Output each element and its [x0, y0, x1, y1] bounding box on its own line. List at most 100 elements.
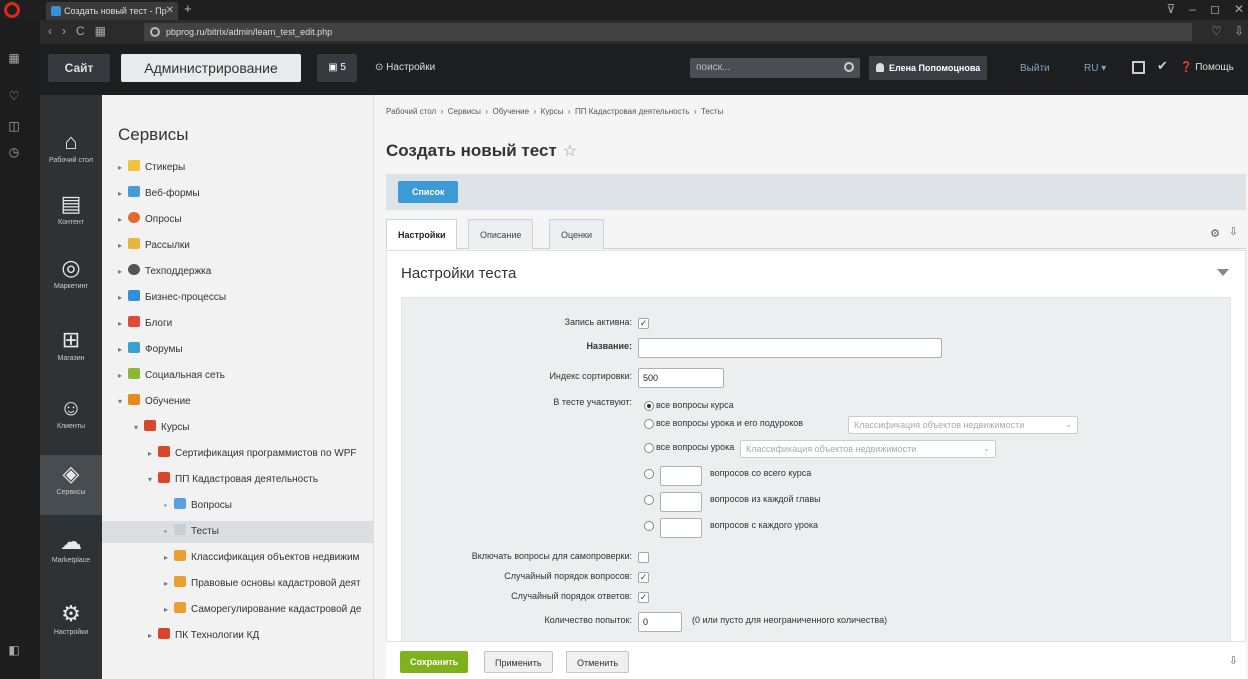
- breadcrumb-item[interactable]: Тесты: [701, 107, 723, 116]
- tree-item-lesson-legal[interactable]: ▸ Правовые основы кадастровой деят: [164, 573, 361, 595]
- tree-item-forums[interactable]: ▸ Форумы: [118, 339, 183, 361]
- collapse-arrow-icon[interactable]: ▾: [118, 391, 128, 413]
- breadcrumb-item[interactable]: Обучение: [493, 107, 530, 116]
- browser-tab[interactable]: Создать новый тест - Пр ✕: [46, 2, 178, 20]
- breadcrumb-item[interactable]: Рабочий стол: [386, 107, 436, 116]
- menu-item-marketplace[interactable]: ☁ Marketplace: [40, 523, 102, 583]
- tab-grades[interactable]: Оценки: [549, 219, 604, 249]
- tab-description[interactable]: Описание: [468, 219, 534, 249]
- speed-dial-icon[interactable]: ▦: [95, 24, 106, 38]
- url-field[interactable]: pbprog.ru/bitrix/admin/learn_test_edit.p…: [144, 23, 1192, 41]
- menu-item-services[interactable]: ◈ Сервисы: [40, 455, 102, 515]
- reload-icon[interactable]: C: [76, 24, 85, 38]
- radio-all-course[interactable]: [644, 401, 654, 411]
- expand-arrow-icon[interactable]: ▸: [118, 157, 128, 179]
- active-checkbox[interactable]: ✓: [638, 318, 649, 329]
- tree-item-webforms[interactable]: ▸ Веб-формы: [118, 183, 200, 205]
- download-icon[interactable]: ⇩: [1234, 24, 1244, 38]
- breadcrumb-item[interactable]: ПП Кадастровая деятельность: [575, 107, 689, 116]
- site-info-icon[interactable]: [150, 27, 160, 37]
- radio-from-lesson[interactable]: [644, 521, 654, 531]
- pin-icon[interactable]: ✔: [1157, 58, 1168, 74]
- collapse-arrow-icon[interactable]: ▾: [134, 417, 144, 439]
- history-icon[interactable]: ◷: [6, 144, 22, 160]
- tree-item-support[interactable]: ▸ Техподдержка: [118, 261, 211, 283]
- snapshot-icon[interactable]: ◫: [6, 118, 22, 134]
- tree-item-course-tech[interactable]: ▸ ПК Технологии КД: [148, 625, 259, 647]
- logout-link[interactable]: Выйти: [1020, 63, 1050, 74]
- random-questions-checkbox[interactable]: ✓: [638, 572, 649, 583]
- opera-logo-icon[interactable]: [4, 2, 20, 18]
- tree-item-learning[interactable]: ▾ Обучение: [118, 391, 191, 413]
- pin-icon[interactable]: ⇩: [1229, 225, 1238, 238]
- count-from-chapter[interactable]: [660, 492, 702, 512]
- expand-arrow-icon[interactable]: ▸: [118, 287, 128, 309]
- bookmarks-heart-icon[interactable]: ♡: [6, 88, 22, 104]
- expand-arrow-icon[interactable]: ▸: [164, 599, 174, 621]
- tree-item-bizproc[interactable]: ▸ Бизнес-процессы: [118, 287, 226, 309]
- admin-button[interactable]: Администрирование: [121, 54, 301, 82]
- expand-arrow-icon[interactable]: ▸: [118, 339, 128, 361]
- menu-item-shop[interactable]: ⊞ Магазин: [40, 321, 102, 381]
- tree-item-blogs[interactable]: ▸ Блоги: [118, 313, 172, 335]
- tree-item-polls[interactable]: ▸ Опросы: [118, 209, 182, 231]
- close-window-icon[interactable]: ✕: [1234, 2, 1244, 16]
- tree-item-mailings[interactable]: ▸ Рассылки: [118, 235, 190, 257]
- gear-icon[interactable]: ⚙: [1210, 227, 1220, 240]
- expand-arrow-icon[interactable]: ▸: [148, 625, 158, 647]
- count-from-course[interactable]: [660, 466, 702, 486]
- forward-icon[interactable]: ›: [62, 24, 66, 38]
- tree-item-lesson-classification[interactable]: ▸ Классификация объектов недвижим: [164, 547, 359, 569]
- help-link[interactable]: ❓ Помощь: [1180, 62, 1234, 73]
- tree-item-stickers[interactable]: ▸ Стикеры: [118, 157, 185, 179]
- radio-lesson-sub[interactable]: [644, 419, 654, 429]
- tree-item-courses[interactable]: ▾ Курсы: [134, 417, 189, 439]
- sort-field[interactable]: 500: [638, 368, 724, 388]
- save-button[interactable]: Сохранить: [400, 651, 469, 673]
- lesson-sub-select[interactable]: Классификация объектов недвижимости ⌄: [848, 416, 1078, 434]
- attempts-field[interactable]: 0: [638, 612, 682, 632]
- self-check-checkbox[interactable]: [638, 552, 649, 563]
- expand-arrow-icon[interactable]: ▸: [118, 235, 128, 257]
- menu-item-marketing[interactable]: ◎ Маркетинг: [40, 249, 102, 309]
- minimize-icon[interactable]: –: [1189, 2, 1196, 16]
- site-button[interactable]: Сайт: [48, 54, 110, 82]
- filter-icon[interactable]: ⊽: [1166, 2, 1175, 16]
- panel-settings-square-icon[interactable]: [1132, 61, 1145, 74]
- expand-arrow-icon[interactable]: ▸: [118, 261, 128, 283]
- radio-lesson[interactable]: [644, 443, 654, 453]
- random-answers-checkbox[interactable]: ✓: [638, 592, 649, 603]
- radio-from-chapter[interactable]: [644, 495, 654, 505]
- back-icon[interactable]: ‹: [48, 24, 52, 38]
- menu-item-clients[interactable]: ☺ Клиенты: [40, 389, 102, 449]
- count-from-lesson[interactable]: [660, 518, 702, 538]
- name-field[interactable]: [638, 338, 942, 358]
- tree-item-course-wpf[interactable]: ▸ Сертификация программистов по WPF: [148, 443, 357, 465]
- expand-arrow-icon[interactable]: ▸: [148, 443, 158, 465]
- language-switcher[interactable]: RU ▾: [1084, 63, 1106, 74]
- notifications-button[interactable]: ▣ 5: [317, 54, 357, 82]
- heart-icon[interactable]: ♡: [1211, 24, 1222, 38]
- expand-arrow-icon[interactable]: ▸: [118, 365, 128, 387]
- tree-item-lesson-selfreg[interactable]: ▸ Саморегулирование кадастровой де: [164, 599, 361, 621]
- tree-item-questions[interactable]: • Вопросы: [164, 495, 232, 517]
- tree-item-social[interactable]: ▸ Социальная сеть: [118, 365, 225, 387]
- radio-from-course[interactable]: [644, 469, 654, 479]
- new-tab-button[interactable]: +: [184, 1, 192, 16]
- search-icon[interactable]: [844, 62, 854, 72]
- panel-settings-link[interactable]: ⊙ Настройки: [375, 62, 435, 73]
- user-button[interactable]: Елена Попомоцнова: [869, 56, 987, 80]
- sidebar-toggle-icon[interactable]: ◧: [6, 642, 22, 658]
- collapse-icon[interactable]: [1217, 269, 1229, 276]
- pin-icon[interactable]: ⇩: [1229, 654, 1238, 667]
- breadcrumb-item[interactable]: Курсы: [541, 107, 564, 116]
- tree-item-course-cadastre[interactable]: ▾ ПП Кадастровая деятельность: [148, 469, 318, 491]
- speed-dial-sidebar-icon[interactable]: ▦: [6, 50, 22, 66]
- expand-arrow-icon[interactable]: ▸: [164, 547, 174, 569]
- menu-item-settings[interactable]: ⚙ Настройки: [40, 595, 102, 655]
- apply-button[interactable]: Применить: [484, 651, 553, 673]
- breadcrumb-item[interactable]: Сервисы: [448, 107, 481, 116]
- expand-arrow-icon[interactable]: ▸: [118, 209, 128, 231]
- tab-settings[interactable]: Настройки: [386, 219, 458, 249]
- menu-item-desktop[interactable]: ⌂ Рабочий стол: [40, 123, 102, 183]
